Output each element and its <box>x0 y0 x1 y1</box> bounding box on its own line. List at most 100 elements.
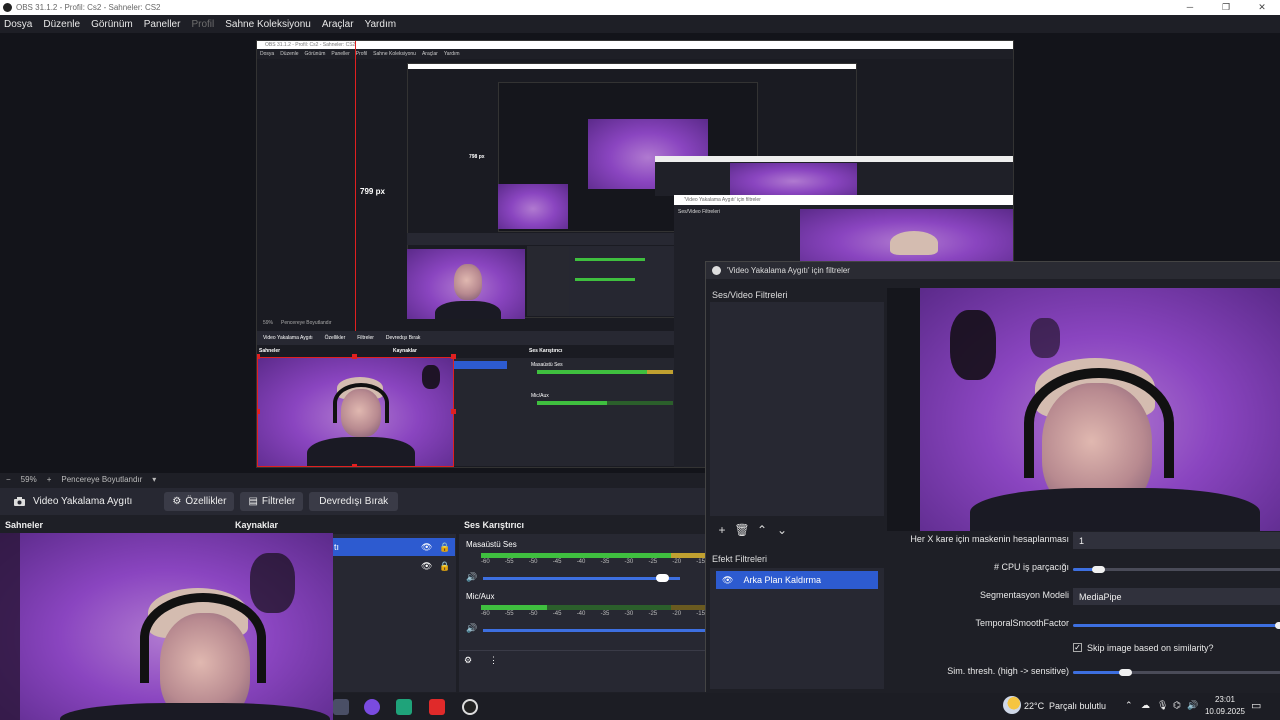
nested-menu: Dosya Düzenle Görünüm Paneller Profil Sahne K… <box>257 49 1013 59</box>
speaker-icon[interactable]: 🔊 <box>466 572 477 583</box>
filters-button[interactable]: ▤ Filtreler <box>240 492 304 511</box>
clock-date[interactable]: 10.09.2025 <box>1201 707 1249 716</box>
eye-icon[interactable]: 👁 <box>421 542 432 553</box>
network-icon[interactable]: ☁ <box>1141 700 1150 711</box>
nested-mixer-panel <box>569 246 674 316</box>
obs-taskbar-icon[interactable] <box>462 699 478 715</box>
menu-file[interactable]: Dosya <box>4 19 32 30</box>
filters-window: 'Video Yakalama Aygıtı' için filtreler S… <box>705 261 1280 692</box>
window-title: OBS 31.1.2 - Profil: Cs2 - Sahneler: CS2 <box>16 3 161 12</box>
filter-icon: ▤ <box>248 496 258 507</box>
measure-label-1: 799 px <box>360 187 385 196</box>
minimize-button[interactable]: ─ <box>1172 0 1208 15</box>
add-filter-button[interactable]: + <box>714 522 730 538</box>
lock-icon-2[interactable]: 🔒 <box>439 561 450 572</box>
zoom-out-button[interactable]: − <box>6 475 11 484</box>
menu-help[interactable]: Yardım <box>365 19 397 30</box>
mixer-menu-icon[interactable]: ⋮ <box>489 655 498 666</box>
zoom-dropdown-icon[interactable]: ▾ <box>152 475 156 484</box>
menu-scene-collection[interactable]: Sahne Koleksiyonu <box>225 19 311 30</box>
segmentation-select[interactable]: MediaPipe <box>1073 588 1280 605</box>
nested-camera-tiny <box>498 184 568 229</box>
nested-title-bar: OBS 31.1.2 - Profil: Cs2 - Sahneler: CS2 <box>257 41 1013 49</box>
weather-icon[interactable] <box>1003 696 1021 714</box>
mic-speaker-icon[interactable]: 🔊 <box>466 623 477 634</box>
nested-camera-mid <box>407 249 525 319</box>
mixer-dock-title: Ses Karıştırıcı <box>459 520 705 534</box>
cpu-threads-label: # CPU iş parçacığı <box>993 562 1069 572</box>
av-filters-buttons: + 🗑 ⌃ ⌄ <box>714 522 790 538</box>
skip-similarity-checkbox[interactable]: ✓ <box>1073 643 1082 652</box>
eye-icon-filter[interactable]: 👁 <box>722 575 733 586</box>
deactivate-button[interactable]: Devredışı Bırak <box>309 492 399 511</box>
av-filters-list[interactable] <box>710 302 884 516</box>
zoom-in-button[interactable]: + <box>47 475 52 484</box>
taskbar-app-icon-4[interactable] <box>429 699 445 715</box>
eye-icon-2[interactable]: 👁 <box>421 561 432 572</box>
mic-meter <box>481 605 547 610</box>
zoom-bar: − 59% + Pencereye Boyutlandır ▾ <box>0 473 706 486</box>
effect-filters-list[interactable]: 👁 Arka Plan Kaldırma <box>710 568 884 689</box>
filters-window-title: 'Video Yakalama Aygıtı' için filtreler <box>727 266 850 275</box>
taskbar: 22°C Parçalı bulutlu ⌃ ☁ 🎙 ⌬ 🔊 23:01 10.… <box>333 693 1280 720</box>
selection-box[interactable] <box>257 357 454 467</box>
menu-tools[interactable]: Araçlar <box>322 19 354 30</box>
obs-small-icon <box>712 266 721 275</box>
cpu-threads-knob[interactable] <box>1091 566 1105 573</box>
segmentation-label: Segmentasyon Modeli <box>979 590 1069 600</box>
camera-icon <box>14 497 25 506</box>
properties-button[interactable]: ⚙ Özellikler <box>164 492 235 511</box>
temporal-label: TemporalSmoothFactor <box>975 618 1069 628</box>
desktop-audio-meter <box>481 553 671 558</box>
temporal-slider[interactable] <box>1073 624 1280 627</box>
source-item[interactable]: 👁 🔒 <box>333 558 455 576</box>
taskbar-app-icon-1[interactable] <box>333 699 349 715</box>
desktop-audio-label: Masaüstü Ses <box>466 540 517 549</box>
notification-icon[interactable]: ▭ <box>1251 699 1261 712</box>
clock-time[interactable]: 23:01 <box>1205 695 1245 704</box>
zoom-level: 59% <box>20 475 37 484</box>
weather-temp[interactable]: 22°C <box>1024 701 1044 711</box>
nested-filter-window-1 <box>655 156 1013 196</box>
filters-left-panel: Ses/Video Filtreleri + 🗑 ⌃ ⌄ Efekt Filtr… <box>710 286 886 689</box>
volume-icon[interactable]: 🔊 <box>1187 700 1198 711</box>
desktop-volume-knob[interactable] <box>656 574 670 582</box>
move-up-icon[interactable]: ⌃ <box>754 522 770 538</box>
effect-filter-item[interactable]: 👁 Arka Plan Kaldırma <box>716 571 878 589</box>
nested-zoombar: 59% Pencereye Boyutlandır <box>263 320 332 326</box>
desktop-audio-scale: -60 -55 -50 -45 -40 -35 -30 -25 -20 -15 <box>481 559 705 565</box>
sim-thresh-knob[interactable] <box>1119 669 1132 676</box>
sim-thresh-label: Sim. thresh. (high -> sensitive) <box>947 666 1069 676</box>
menu-docks[interactable]: Paneller <box>144 19 181 30</box>
menu-bar: Dosya Düzenle Görünüm Paneller Profil Sa… <box>0 15 1280 33</box>
guide-line-vertical <box>355 41 356 331</box>
close-button[interactable]: ✕ <box>1244 0 1280 15</box>
fit-to-window-button[interactable]: Pencereye Boyutlandır <box>61 475 142 484</box>
menu-profile[interactable]: Profil <box>191 19 214 30</box>
microphone-icon[interactable]: 🎙 <box>1157 700 1168 711</box>
skip-similarity-label: Skip image based on similarity? <box>1087 643 1214 653</box>
mixer-settings-icon[interactable]: ⚙ <box>464 655 472 666</box>
mask-every-x-input[interactable]: 1 <box>1073 532 1280 549</box>
restore-button[interactable]: ❐ <box>1208 0 1244 15</box>
av-filters-label: Ses/Video Filtreleri <box>712 290 788 300</box>
filters-window-title-bar: 'Video Yakalama Aygıtı' için filtreler <box>706 262 1280 279</box>
source-item-selected[interactable]: tı 👁 🔒 <box>333 538 455 556</box>
tray-overflow-icon[interactable]: ⌃ <box>1125 700 1133 711</box>
source-toolbar: Video Yakalama Aygıtı ⚙ Özellikler ▤ Fil… <box>0 488 706 515</box>
mic-volume-slider[interactable] <box>483 629 705 632</box>
discord-icon[interactable] <box>364 699 380 715</box>
lock-icon[interactable]: 🔒 <box>439 542 450 553</box>
taskbar-app-icon-3[interactable] <box>396 699 412 715</box>
menu-view[interactable]: Görünüm <box>91 19 133 30</box>
menu-edit[interactable]: Düzenle <box>43 19 80 30</box>
desktop-volume-slider[interactable] <box>483 577 680 580</box>
temporal-knob[interactable] <box>1275 622 1280 629</box>
wifi-icon[interactable]: ⌬ <box>1173 700 1181 711</box>
weather-text[interactable]: Parçalı bulutlu <box>1049 701 1106 711</box>
move-down-icon[interactable]: ⌄ <box>774 522 790 538</box>
trash-icon[interactable]: 🗑 <box>734 522 750 538</box>
webcam-overlay <box>0 533 333 720</box>
nested-source-toolbar: Video Yakalama Aygıtı Özellikler Filtrel… <box>257 331 677 345</box>
mic-scale: -60 -55 -50 -45 -40 -35 -30 -25 -20 -15 <box>481 611 705 617</box>
